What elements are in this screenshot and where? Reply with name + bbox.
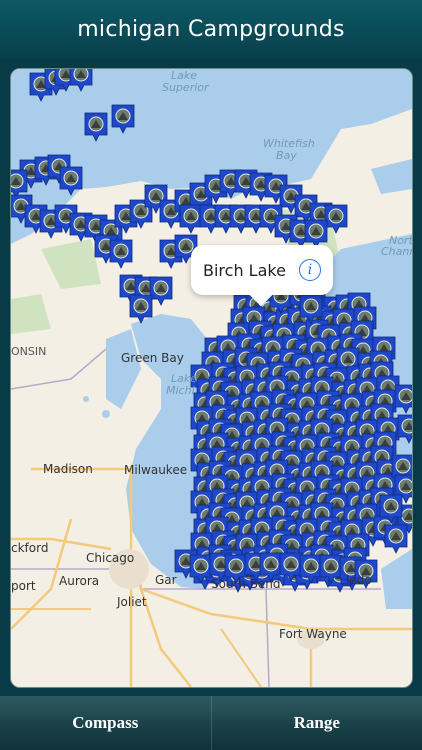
label-wisconsin: ONSIN: [11, 345, 47, 358]
label-south-bend: South Bend: [211, 577, 281, 591]
info-icon[interactable]: i: [299, 259, 321, 281]
callout-title: Birch Lake: [203, 260, 286, 280]
label-gary: Gar: [155, 573, 177, 587]
title-bar: michigan Campgrounds: [0, 0, 422, 58]
label-chicago: Chicago: [86, 551, 135, 565]
label-north-channel: Chann: [381, 245, 413, 258]
map-canvas[interactable]: [11, 69, 412, 687]
label-green-bay: Green Bay: [121, 351, 184, 365]
label-whitefish-bay: Bay: [276, 149, 297, 162]
campground-callout[interactable]: Birch Lake i: [191, 245, 333, 307]
map-view[interactable]: Lake Superior Whitefish Bay Nort Chann O…: [10, 68, 413, 688]
label-fort-wayne: Fort Wayne: [279, 627, 347, 641]
label-madison: Madison: [43, 462, 93, 476]
label-freeport: port: [11, 579, 36, 593]
label-rockford: ckford: [11, 541, 49, 555]
range-button[interactable]: Range: [210, 696, 422, 750]
label-toledo: ledo: [346, 573, 372, 587]
app-title: michigan Campgrounds: [77, 16, 345, 42]
compass-button[interactable]: Compass: [0, 696, 211, 750]
label-aurora: Aurora: [59, 574, 100, 588]
label-lake-michigan: Michi: [166, 384, 195, 397]
label-milwaukee: Milwaukee: [124, 463, 188, 477]
label-joliet: Joliet: [117, 595, 147, 609]
label-lake-superior: Superior: [162, 81, 209, 94]
bottom-toolbar: Compass Range: [0, 696, 422, 750]
